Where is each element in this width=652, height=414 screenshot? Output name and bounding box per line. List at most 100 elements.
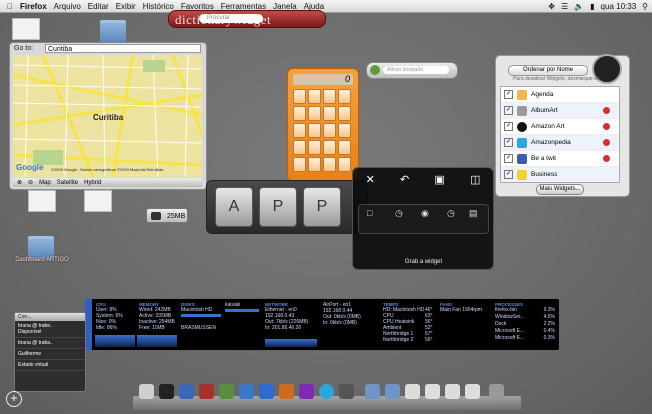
menu-arquivo[interactable]: Arquivo: [54, 2, 81, 11]
dictionary-search-input[interactable]: Procurar: [199, 14, 263, 23]
calculator-key[interactable]: [338, 89, 351, 104]
folder-icon[interactable]: [385, 384, 400, 399]
widget-list-item[interactable]: ✓ Business: [501, 167, 619, 182]
calculator-key[interactable]: [323, 123, 336, 138]
wifi-icon[interactable]: ☰: [561, 2, 568, 11]
widget-checkbox[interactable]: ✓: [504, 106, 513, 115]
calculator-key[interactable]: [338, 140, 351, 155]
widget-list-item[interactable]: ✓ Amazon Art: [501, 119, 619, 135]
screen-icon[interactable]: □: [367, 208, 372, 218]
spotlight-icon[interactable]: ⚲: [642, 2, 648, 11]
clock-icon[interactable]: ◷: [447, 208, 455, 219]
apple-icon[interactable]: : [7, 2, 13, 11]
calculator-key[interactable]: [308, 106, 321, 121]
remove-widget-icon[interactable]: [603, 107, 610, 114]
app-icon[interactable]: [199, 384, 214, 399]
app-key[interactable]: A: [215, 187, 253, 227]
battery-icon[interactable]: ▮: [590, 2, 594, 11]
skype-icon[interactable]: [319, 384, 334, 399]
widget-checkbox[interactable]: ✓: [504, 122, 513, 131]
sort-select[interactable]: Ordenar por Nome: [508, 65, 588, 76]
widget-checkbox[interactable]: ✓: [504, 90, 513, 99]
calculator-key[interactable]: [323, 89, 336, 104]
app-icon[interactable]: [339, 384, 354, 399]
calculator-key[interactable]: [308, 123, 321, 138]
more-widgets-button[interactable]: Mais Widgets...: [536, 184, 584, 195]
desktop-folder-icon[interactable]: [100, 20, 126, 43]
undo-icon[interactable]: ↶: [400, 173, 409, 186]
selection-icon[interactable]: ▤: [469, 208, 478, 219]
calculator-key[interactable]: [293, 157, 306, 172]
contact-item[interactable]: bruna @ traba..: [15, 338, 85, 349]
save-icon[interactable]: ▣: [434, 173, 444, 186]
bluetooth-icon[interactable]: ✥: [548, 2, 555, 11]
zoom-out-icon[interactable]: ⊖: [28, 179, 33, 186]
menu-exibir[interactable]: Exibir: [116, 2, 136, 11]
contact-item[interactable]: Estado virtual: [15, 360, 85, 371]
remove-widget-icon[interactable]: [603, 123, 610, 130]
system-monitor-handle[interactable]: [85, 299, 92, 350]
close-icon[interactable]: ✕: [366, 173, 375, 186]
contact-item[interactable]: bruna @ trabe.. Disponível: [15, 321, 85, 338]
calculator-key[interactable]: [338, 106, 351, 121]
calculator-key[interactable]: [338, 123, 351, 138]
document-icon[interactable]: [405, 384, 420, 399]
calculator-key[interactable]: [293, 140, 306, 155]
widget-checkbox[interactable]: ✓: [504, 170, 513, 179]
remove-widget-icon[interactable]: [603, 155, 610, 162]
map-view[interactable]: Curitiba Google ©2009 Google - Dados car…: [13, 55, 202, 177]
widget-checkbox[interactable]: ✓: [504, 138, 513, 147]
app-key[interactable]: P: [303, 187, 341, 227]
calculator-key[interactable]: [293, 106, 306, 121]
document-icon[interactable]: [445, 384, 460, 399]
app-icon[interactable]: [219, 384, 234, 399]
widget-list-item[interactable]: ✓ AlbumArt: [501, 103, 619, 119]
document-icon[interactable]: [465, 384, 480, 399]
calculator-key[interactable]: [323, 140, 336, 155]
album-search-input[interactable]: Álbum desejado: [383, 66, 449, 74]
calculator-key[interactable]: [308, 157, 321, 172]
widget-list-item[interactable]: ✓ Amazonpedia: [501, 135, 619, 151]
calculator-key[interactable]: [308, 140, 321, 155]
menu-editar[interactable]: Editar: [88, 2, 109, 11]
desktop-drive-icon[interactable]: [12, 18, 40, 40]
app-icon[interactable]: [299, 384, 314, 399]
timer-icon[interactable]: ◷: [395, 208, 403, 219]
camera-icon[interactable]: ◉: [421, 208, 429, 219]
calculator-key[interactable]: [323, 157, 336, 172]
widget-list-item[interactable]: ✓ Be a twit: [501, 151, 619, 167]
document-icon[interactable]: [425, 384, 440, 399]
menu-historico[interactable]: Histórico: [143, 2, 174, 11]
remove-widget-icon[interactable]: [603, 139, 610, 146]
book-icon[interactable]: ◫: [470, 173, 480, 186]
dictionary-widget[interactable]: dictionarywidget Procurar: [168, 10, 326, 28]
map-type-map-button[interactable]: Map: [39, 180, 51, 186]
volume-icon[interactable]: 🔈: [574, 2, 584, 11]
contact-item[interactable]: Guilherme: [15, 349, 85, 360]
calculator-key[interactable]: [338, 157, 351, 172]
calculator-key[interactable]: [323, 106, 336, 121]
app-icon[interactable]: [259, 384, 274, 399]
trash-icon[interactable]: [489, 384, 504, 399]
widget-list-item[interactable]: ✓ Agenda: [501, 87, 619, 103]
zoom-in-icon[interactable]: ⊕: [17, 179, 22, 186]
widget-checkbox[interactable]: ✓: [504, 154, 513, 163]
desktop-folder-icon[interactable]: [28, 236, 54, 259]
desktop-document-icon[interactable]: [84, 190, 112, 212]
app-icon[interactable]: [239, 384, 254, 399]
desktop-document-icon[interactable]: [28, 190, 56, 212]
menu-clock[interactable]: qua 10:33: [601, 2, 637, 11]
calculator-key[interactable]: [293, 123, 306, 138]
folder-icon[interactable]: [365, 384, 380, 399]
dashboard-icon[interactable]: [159, 384, 174, 399]
map-type-satellite-button[interactable]: Satellite: [57, 180, 78, 186]
finder-icon[interactable]: [139, 384, 154, 399]
calculator-key[interactable]: [293, 89, 306, 104]
firefox-icon[interactable]: [279, 384, 294, 399]
goto-input[interactable]: Curitiba: [45, 44, 201, 53]
menu-firefox[interactable]: Firefox: [20, 2, 47, 11]
map-type-hybrid-button[interactable]: Hybrid: [84, 180, 101, 186]
app-key[interactable]: P: [259, 187, 297, 227]
app-icon[interactable]: [179, 384, 194, 399]
calculator-key[interactable]: [308, 89, 321, 104]
